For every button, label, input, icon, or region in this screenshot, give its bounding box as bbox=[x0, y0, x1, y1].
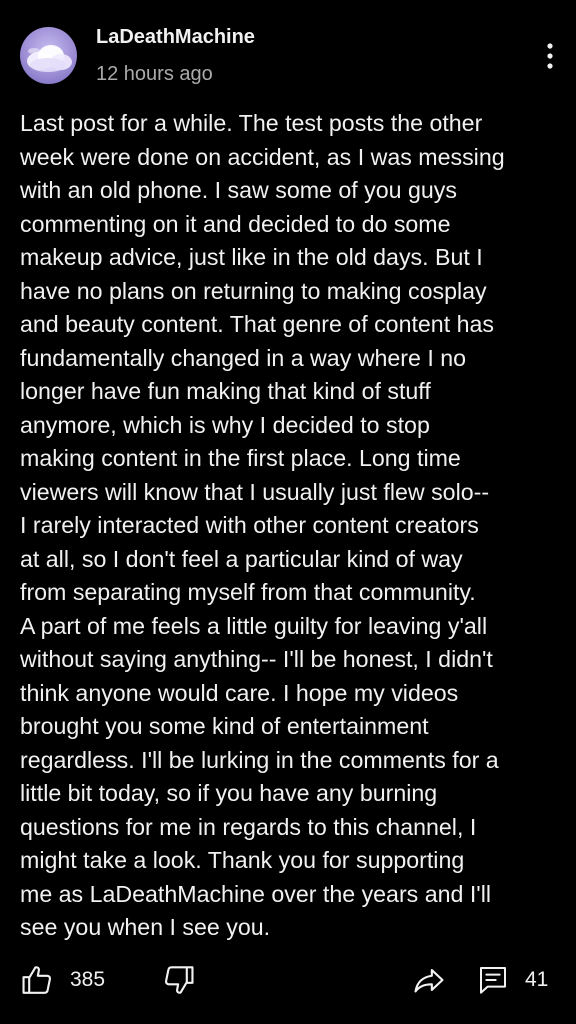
more-options-button[interactable] bbox=[534, 36, 566, 76]
dislike-button[interactable] bbox=[162, 955, 196, 1005]
post-body-line: A part of me feels a little guilty for l… bbox=[20, 612, 488, 639]
comment-icon bbox=[480, 967, 506, 994]
post-body-line: think anyone would care. I hope my video… bbox=[20, 679, 459, 706]
post-body-line: making content in the first place. Long … bbox=[20, 445, 461, 471]
author-name[interactable]: LaDeathMachine bbox=[96, 26, 255, 49]
post-body-line: viewers will know that I usually just fl… bbox=[20, 478, 490, 505]
post-body-line: I rarely interacted with other content c… bbox=[20, 512, 479, 538]
post-body-line: regardless. I'll be lurking in the comme… bbox=[20, 746, 499, 773]
like-count: 385 bbox=[70, 968, 106, 991]
post-action-bar: 385 41 bbox=[0, 955, 576, 1005]
more-vertical-icon bbox=[547, 43, 553, 69]
channel-avatar[interactable] bbox=[20, 27, 77, 84]
post-body-line: week were done on accident, as I was mes… bbox=[20, 143, 505, 170]
post-body-line: with an old phone. I saw some of you guy… bbox=[20, 177, 457, 203]
comment-count: 41 bbox=[525, 968, 549, 991]
post-body-line: commenting on it and decided to do some bbox=[20, 210, 451, 237]
post-body-line: might take a look. Thank you for support… bbox=[20, 847, 465, 873]
post-body-line: from separating myself from that communi… bbox=[20, 579, 476, 605]
thumbs-down-icon bbox=[164, 966, 194, 994]
post-body-line: see you when I see you. bbox=[20, 914, 271, 940]
avatar-cloud-image bbox=[20, 27, 77, 84]
post-body-line: makeup advice, just like in the old days… bbox=[20, 244, 483, 270]
comments-button[interactable]: 41 bbox=[477, 955, 548, 1005]
post-body-line: and beauty content. That genre of conten… bbox=[20, 311, 494, 337]
post-body-line: fundamentally changed in a way where I n… bbox=[20, 344, 466, 371]
post-body-line: brought you some kind of entertainment bbox=[20, 713, 429, 739]
post-body-line: at all, so I don't feel a particular kin… bbox=[20, 545, 463, 572]
thumbs-up-icon bbox=[22, 966, 52, 994]
post-body: Last post for a while. The test posts th… bbox=[20, 107, 560, 945]
post-body-line: anymore, which is why I decided to stop bbox=[20, 411, 430, 438]
post-body-line: little bit today, so if you have any bur… bbox=[20, 780, 438, 806]
post-body-line: without saying anything-- I'll be honest… bbox=[20, 646, 493, 672]
share-icon bbox=[414, 969, 444, 993]
share-button[interactable] bbox=[412, 955, 446, 1005]
post-body-line: have no plans on returning to making cos… bbox=[20, 277, 487, 304]
post-body-line: longer have fun making that kind of stuf… bbox=[20, 378, 431, 404]
like-button[interactable]: 385 bbox=[20, 955, 105, 1005]
post-body-line: Last post for a while. The test posts th… bbox=[20, 110, 483, 136]
post-body-line: me as LaDeathMachine over the years and … bbox=[20, 880, 492, 907]
post-timestamp: 12 hours ago bbox=[96, 63, 213, 85]
post-body-line: questions for me in regards to this chan… bbox=[20, 813, 477, 840]
